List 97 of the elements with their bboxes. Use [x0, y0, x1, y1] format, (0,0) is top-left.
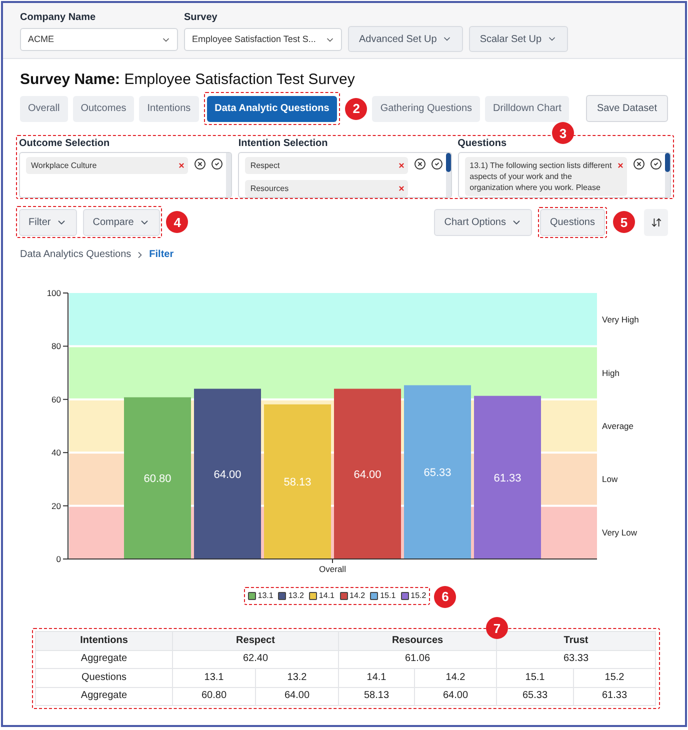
callout-badge: 7: [486, 617, 508, 639]
dropdown-button[interactable]: Compare: [82, 208, 160, 236]
band-label: Very High: [602, 314, 639, 325]
band-label: Average: [602, 421, 634, 431]
table-cell: 14.2: [414, 668, 497, 687]
sort-button[interactable]: [644, 208, 668, 236]
scrollbar-track: [226, 153, 232, 197]
axis-tick-label: 40: [52, 448, 61, 458]
field-label: Outcome Selection: [19, 137, 110, 150]
remove-icon[interactable]: [616, 162, 624, 169]
axis-tick-label: 20: [52, 500, 61, 511]
column-header: Intentions: [36, 632, 172, 650]
check-circle-icon[interactable]: [650, 158, 662, 170]
callout-badge: 2: [345, 98, 368, 120]
callout-badge: 6: [434, 586, 456, 608]
clear-icon[interactable]: [632, 158, 645, 170]
dropdown-button[interactable]: Advanced Set Up: [348, 26, 463, 52]
dropdown-button[interactable]: Filter: [18, 208, 77, 236]
clear-icon[interactable]: [194, 158, 206, 170]
table-cell: 65.33: [496, 687, 574, 706]
field-label: Company Name: [20, 12, 96, 24]
field-label: Questions: [458, 137, 507, 150]
column-header: Trust: [496, 632, 656, 650]
axis-tick-label: 100: [46, 288, 61, 298]
bar-value-label: 61.33: [494, 472, 522, 484]
bar-value-label: 58.13: [284, 476, 312, 489]
callout-badge: 5: [613, 211, 635, 233]
tab[interactable]: Drilldown Chart: [485, 96, 570, 122]
dropdown-button[interactable]: Chart Options: [434, 208, 532, 236]
scrollbar-thumb[interactable]: [446, 153, 451, 172]
multi-select-field[interactable]: Respect Resources: [238, 152, 452, 198]
band-label: High: [602, 368, 620, 378]
axis-category-label: Overall: [319, 564, 346, 574]
clear-icon[interactable]: [414, 158, 426, 170]
legend-label: 13.2: [288, 591, 304, 601]
check-circle-icon[interactable]: [430, 158, 443, 170]
bar-value-label: 64.00: [214, 468, 242, 481]
table-cell: 13.1: [172, 668, 256, 687]
tab[interactable]: Overall: [20, 96, 68, 122]
bar-value-label: 65.33: [424, 467, 452, 480]
save-dataset-button[interactable]: Save Dataset: [586, 95, 668, 122]
remove-icon[interactable]: [398, 162, 405, 169]
scrollbar-thumb[interactable]: [664, 153, 670, 172]
table-cell: 62.40: [172, 650, 338, 668]
legend-label: 15.2: [410, 591, 426, 601]
table-cell: 58.13: [338, 687, 414, 706]
legend-label: 14.2: [350, 591, 366, 601]
band-label: Very Low: [602, 527, 637, 538]
table-cell: 13.2: [256, 668, 338, 687]
legend-label: 15.1: [380, 591, 396, 601]
table-cell: Aggregate: [36, 650, 172, 668]
table-cell: 15.2: [574, 668, 656, 687]
table-cell: 60.80: [172, 687, 256, 706]
column-header: Resources: [338, 632, 497, 650]
axis-tick-label: 0: [56, 554, 61, 564]
survey-title: Survey Name: Employee Satisfaction Test Survey: [20, 70, 355, 90]
tab[interactable]: Outcomes: [72, 96, 134, 122]
remove-icon[interactable]: [398, 185, 405, 192]
sort-icon: [650, 216, 662, 228]
multi-select-field[interactable]: Workplace Culture: [19, 152, 232, 198]
field-label: Survey: [184, 12, 218, 24]
table-cell: 63.33: [496, 650, 656, 668]
select-field[interactable]: ACME: [20, 28, 178, 51]
tab[interactable]: Intentions: [139, 96, 199, 122]
table-cell: 64.00: [256, 687, 338, 706]
breadcrumb-link[interactable]: Data Analytics Questions: [20, 248, 132, 261]
check-circle-icon[interactable]: [211, 158, 224, 170]
selected-chip[interactable]: Respect: [245, 157, 408, 174]
axis-tick-label: 80: [52, 341, 61, 352]
callout-badge: 3: [552, 122, 574, 144]
band-label: Low: [602, 474, 618, 484]
callout-badge: 4: [166, 211, 188, 233]
field-label: Intention Selection: [238, 137, 328, 150]
table-cell: 14.1: [338, 668, 414, 687]
dropdown-button[interactable]: Scalar Set Up: [468, 26, 568, 52]
tab[interactable]: Gathering Questions: [372, 96, 480, 122]
legend-label: 13.1: [258, 591, 274, 601]
column-header: Respect: [172, 632, 338, 650]
bar-value-label: 64.00: [354, 468, 382, 481]
table-cell: 64.00: [414, 687, 497, 706]
axis-tick-label: 60: [52, 394, 61, 404]
table-cell: 61.33: [574, 687, 656, 706]
table-cell: 15.1: [496, 668, 574, 687]
select-field[interactable]: Employee Satisfaction Test S...: [184, 28, 342, 51]
selected-chip[interactable]: 13.1) The following section lists different aspects of your work and the organization where you work. Please: [464, 157, 627, 196]
legend-label: 14.1: [318, 591, 334, 601]
remove-icon[interactable]: [178, 162, 186, 169]
multi-select-field[interactable]: 13.1) The following section lists different aspects of your work and the organization where you work. Please: [458, 152, 671, 198]
bar-value-label: 60.80: [144, 473, 172, 486]
table-cell: 61.06: [338, 650, 497, 668]
table-cell: Aggregate: [36, 687, 172, 706]
selected-chip[interactable]: Workplace Culture: [26, 157, 188, 174]
breadcrumb-link[interactable]: Filter: [149, 248, 174, 261]
toolbar-button[interactable]: Questions: [540, 208, 605, 236]
table-cell: Questions: [36, 668, 172, 687]
tab[interactable]: Data Analytic Questions: [206, 96, 338, 122]
selected-chip[interactable]: Resources: [245, 180, 408, 197]
